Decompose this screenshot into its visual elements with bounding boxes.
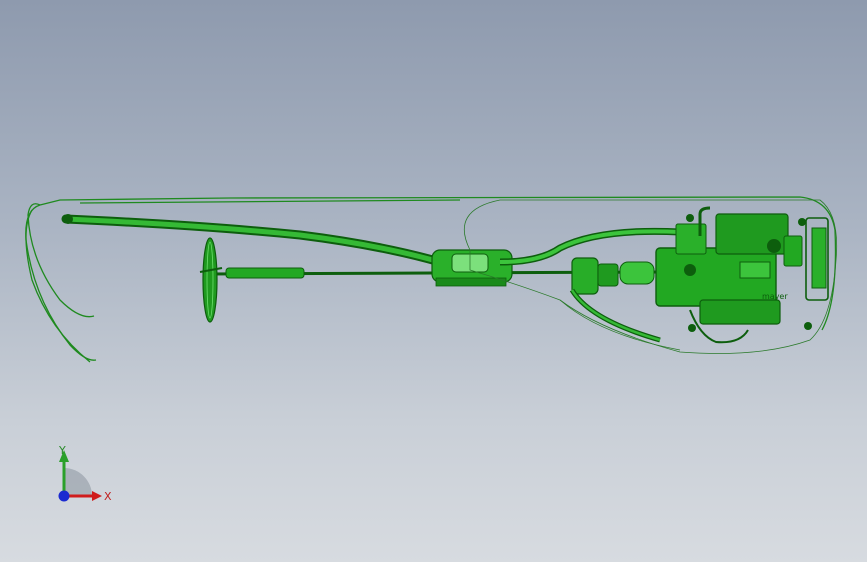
graphics-viewport[interactable]: mayer Y X (0, 0, 867, 562)
3d-model-wireframe[interactable]: mayer (0, 0, 867, 562)
motor-assembly[interactable]: mayer (655, 206, 829, 344)
y-axis-label: Y (58, 444, 66, 457)
inlet-fitting[interactable] (569, 257, 661, 343)
coordinate-triad: Y X (58, 444, 112, 503)
x-axis-arrow (92, 491, 102, 501)
middle-coupler[interactable] (431, 249, 513, 287)
z-axis-dot (58, 490, 70, 502)
cutting-disk[interactable] (199, 237, 223, 323)
part-label: mayer (762, 292, 788, 301)
main-tube[interactable] (61, 214, 445, 267)
x-axis-label: X (104, 490, 112, 503)
triad-plane (64, 468, 92, 496)
